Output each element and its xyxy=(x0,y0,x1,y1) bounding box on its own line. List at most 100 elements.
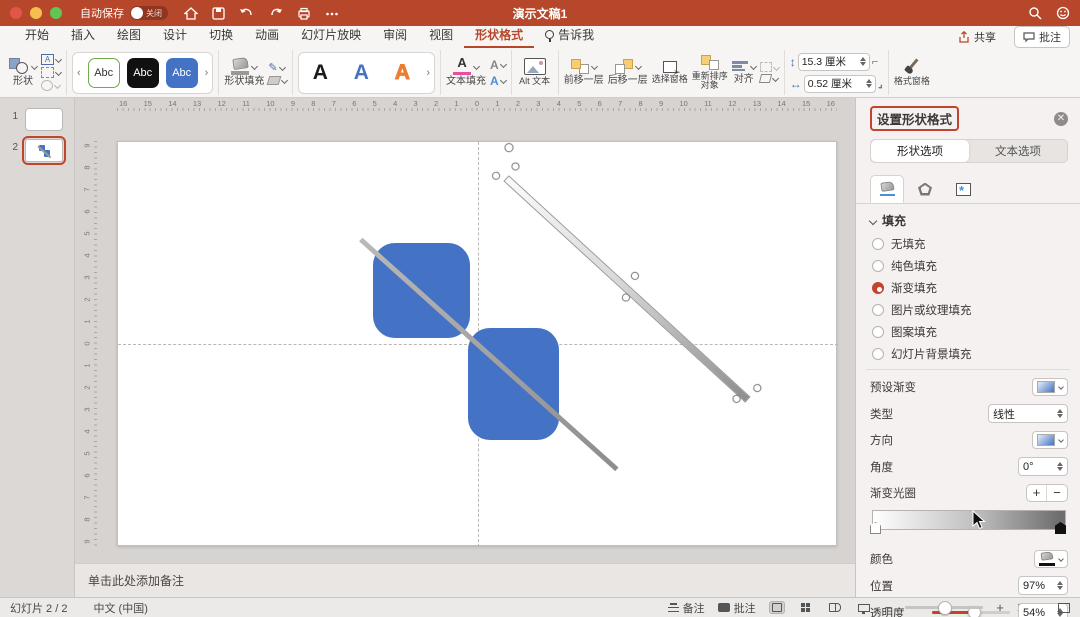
comments-toggle-button[interactable]: 批注 xyxy=(717,600,756,616)
text-box-button[interactable]: A xyxy=(41,54,63,65)
gradient-stop-bar[interactable] xyxy=(870,510,1068,536)
type-stepper[interactable] xyxy=(1057,408,1063,419)
tab-review[interactable]: 审阅 xyxy=(372,24,418,48)
close-window-button[interactable] xyxy=(10,7,22,19)
tab-transitions[interactable]: 切换 xyxy=(198,24,244,48)
fill-option-background[interactable]: 幻灯片背景填充 xyxy=(872,346,1068,362)
stop-color-dropdown[interactable] xyxy=(1034,550,1068,568)
tab-view[interactable]: 视图 xyxy=(418,24,464,48)
type-dropdown[interactable]: 线性 xyxy=(988,404,1068,423)
resize-handle[interactable] xyxy=(509,160,522,173)
add-stop-button[interactable]: + xyxy=(1027,485,1047,501)
tab-insert[interactable]: 插入 xyxy=(60,24,106,48)
merge-shapes-button[interactable] xyxy=(41,80,62,91)
thumbnail-slide-2[interactable]: 2 xyxy=(10,136,74,165)
tab-tell-me[interactable]: 告诉我 xyxy=(534,24,605,48)
effects-tab[interactable] xyxy=(908,175,942,203)
thumbnail-1-preview[interactable] xyxy=(25,108,63,131)
undo-icon[interactable] xyxy=(239,7,255,20)
fill-option-solid[interactable]: 纯色填充 xyxy=(872,258,1068,274)
rotate-button[interactable] xyxy=(758,74,779,83)
wordart-gallery-next-icon[interactable]: › xyxy=(426,67,430,79)
thumbnail-slide-1[interactable]: 1 xyxy=(10,108,74,131)
height-stepper[interactable] xyxy=(859,56,866,67)
fill-line-tab[interactable] xyxy=(870,175,904,203)
search-icon[interactable] xyxy=(1028,6,1042,20)
shape-width-input[interactable]: 0.52 厘米 xyxy=(803,74,876,93)
alt-text-button[interactable]: Alt 文本 xyxy=(517,58,553,86)
wordart-style-3[interactable]: A xyxy=(385,60,419,85)
shape-style-1[interactable]: Abc xyxy=(87,57,120,88)
notes-toggle-button[interactable]: 备注 xyxy=(667,600,705,616)
home-icon[interactable] xyxy=(184,6,198,20)
close-pane-icon[interactable]: ✕ xyxy=(1054,111,1068,126)
thumbnail-2-preview[interactable] xyxy=(22,136,66,165)
rotation-handle[interactable] xyxy=(502,141,516,154)
text-fill-button[interactable]: A 文本填充 xyxy=(446,56,486,88)
size-properties-tab[interactable] xyxy=(946,175,980,203)
wordart-style-1[interactable]: A xyxy=(303,61,337,85)
quick-print-icon[interactable] xyxy=(297,7,311,20)
shape-outline-button[interactable]: ✎ xyxy=(268,61,287,74)
edit-shape-button[interactable] xyxy=(41,67,63,78)
shape-fill-button[interactable]: 形状填充 xyxy=(224,56,264,88)
reading-view-button[interactable] xyxy=(827,601,843,614)
notes-pane[interactable]: 单击此处添加备注 xyxy=(75,563,855,597)
bring-forward-button[interactable]: 前移一层 xyxy=(564,58,604,87)
notes-placeholder[interactable]: 单击此处添加备注 xyxy=(88,572,184,589)
tab-text-options[interactable]: 文本选项 xyxy=(969,140,1067,162)
shape-style-3[interactable]: Abc xyxy=(165,57,198,88)
more-commands-icon[interactable] xyxy=(325,7,339,20)
tab-draw[interactable]: 绘图 xyxy=(106,24,152,48)
fill-option-pattern[interactable]: 图案填充 xyxy=(872,324,1068,340)
share-button[interactable]: 共享 xyxy=(950,27,1004,47)
zoom-slider-thumb[interactable] xyxy=(938,600,953,615)
shapes-button[interactable]: 形状 xyxy=(9,57,39,88)
fill-option-none[interactable]: 无填充 xyxy=(872,236,1068,252)
tab-shape-options[interactable]: 形状选项 xyxy=(871,140,969,162)
normal-view-button[interactable] xyxy=(768,601,785,614)
resize-handle[interactable] xyxy=(730,393,743,405)
selection-pane-button[interactable]: 选择窗格 xyxy=(652,60,688,84)
group-button[interactable] xyxy=(759,62,780,72)
redo-icon[interactable] xyxy=(269,7,283,20)
slide-sorter-view-button[interactable] xyxy=(798,601,814,614)
fit-slide-to-window-icon[interactable] xyxy=(1058,602,1070,613)
send-backward-button[interactable]: 后移一层 xyxy=(608,58,648,87)
fill-section-header[interactable]: 填充 xyxy=(868,212,1068,229)
save-icon[interactable] xyxy=(212,6,225,20)
format-pane-button[interactable]: 格式窗格 xyxy=(894,58,930,86)
text-effects-button[interactable]: A xyxy=(490,74,507,88)
angle-input[interactable]: 0° xyxy=(1018,457,1068,476)
shape-style-2[interactable]: Abc xyxy=(126,57,159,88)
language-selector[interactable]: 中文 (中国) xyxy=(93,600,147,616)
slide[interactable] xyxy=(117,141,838,547)
autosave-toggle[interactable]: 关闭 xyxy=(130,6,168,20)
remove-stop-button[interactable]: − xyxy=(1047,485,1067,501)
tab-slideshow[interactable]: 幻灯片放映 xyxy=(290,24,372,48)
width-stepper[interactable] xyxy=(865,78,872,89)
tab-animations[interactable]: 动画 xyxy=(244,24,290,48)
feedback-smiley-icon[interactable] xyxy=(1056,6,1070,20)
shape-effects-button[interactable] xyxy=(266,75,289,85)
maximize-window-button[interactable] xyxy=(50,7,62,19)
minimize-window-button[interactable] xyxy=(30,7,42,19)
reorder-objects-button[interactable]: 重新排序对象 xyxy=(692,54,728,91)
align-button[interactable]: 对齐 xyxy=(731,59,757,86)
position-input[interactable]: 97% xyxy=(1018,576,1068,595)
shape-height-input[interactable]: 15.3 厘米 xyxy=(797,52,870,71)
gallery-prev-icon[interactable]: ‹ xyxy=(77,67,81,79)
direction-dropdown[interactable] xyxy=(1032,431,1068,449)
resize-handle[interactable] xyxy=(620,291,632,304)
tab-shape-format[interactable]: 形状格式 xyxy=(464,24,535,48)
comments-button[interactable]: 批注 xyxy=(1014,26,1070,48)
fill-option-gradient[interactable]: 渐变填充 xyxy=(872,280,1068,296)
tab-design[interactable]: 设计 xyxy=(152,24,198,48)
preset-gradient-dropdown[interactable] xyxy=(1032,378,1068,396)
gallery-next-icon[interactable]: › xyxy=(205,67,209,79)
resize-handle[interactable] xyxy=(490,170,502,182)
text-outline-button[interactable]: A xyxy=(490,58,507,72)
tab-home[interactable]: 开始 xyxy=(14,24,60,48)
position-stepper[interactable] xyxy=(1057,580,1063,591)
resize-handle[interactable] xyxy=(751,382,763,394)
